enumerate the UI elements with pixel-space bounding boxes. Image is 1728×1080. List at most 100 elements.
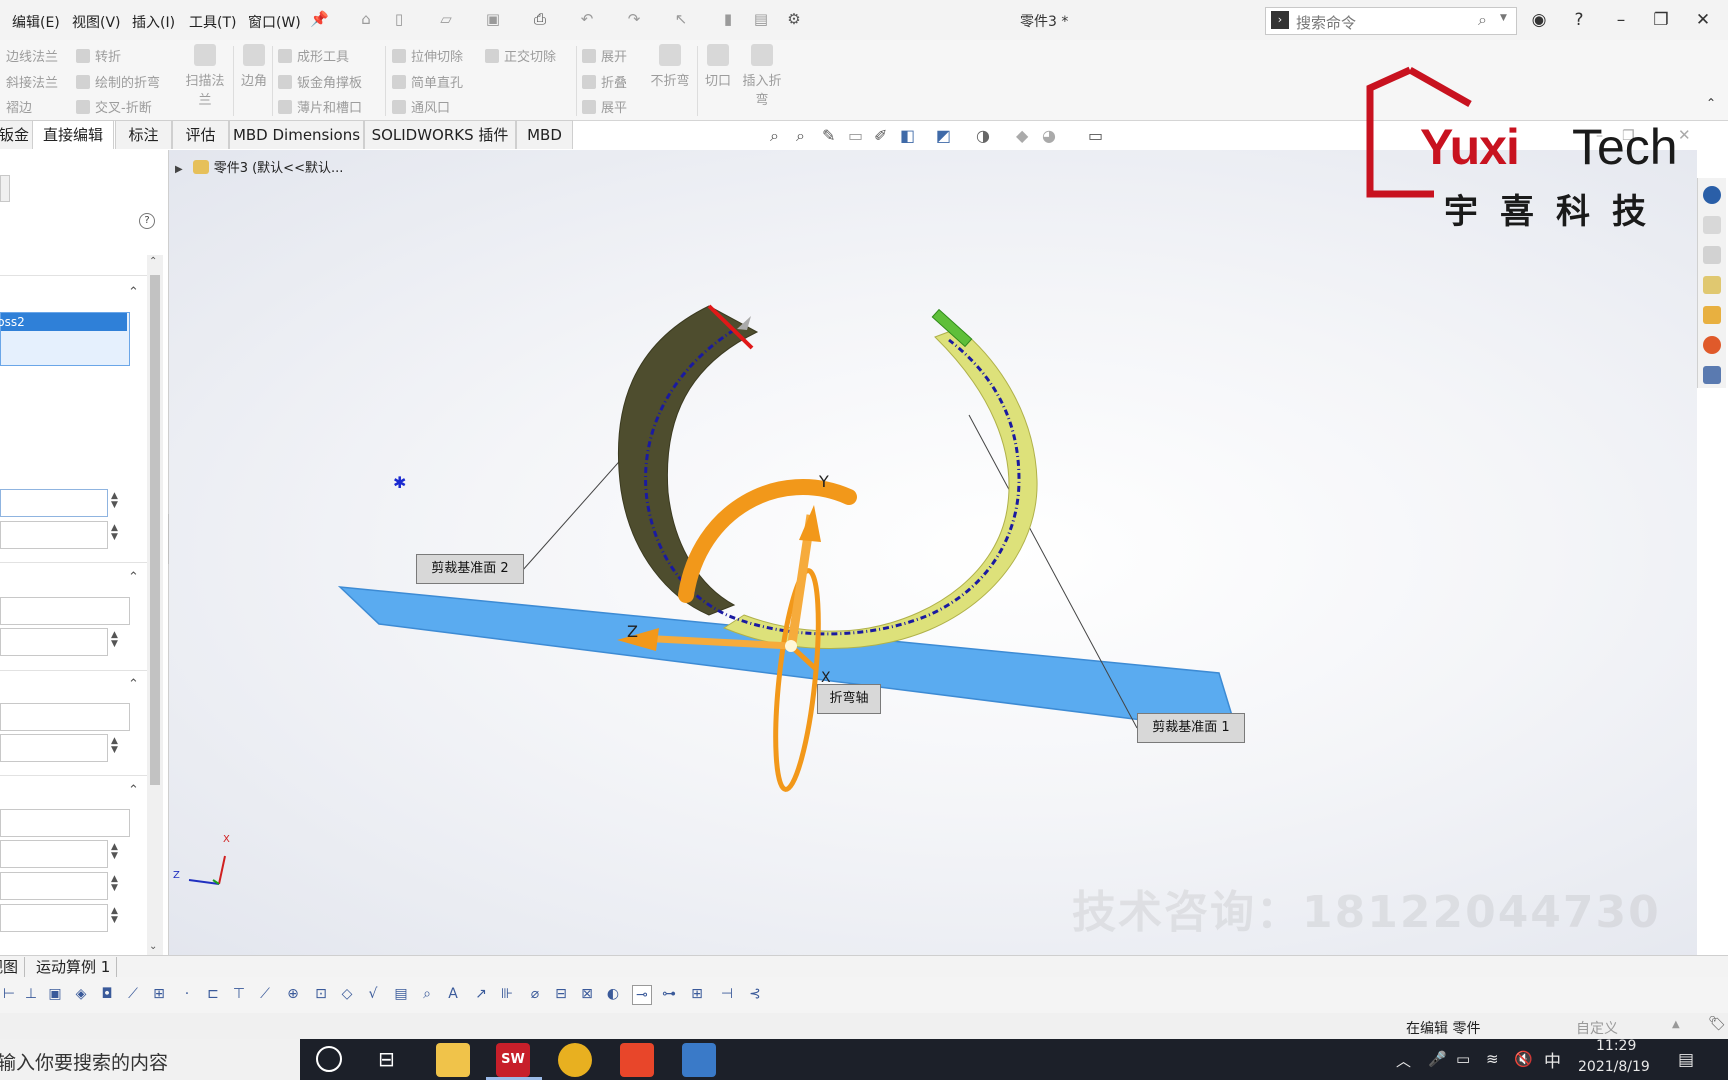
tool-icon-25-active[interactable]: ⊸ [632,985,652,1005]
tool-icon-23[interactable]: ⊠ [578,985,596,1003]
section-collapse-icon[interactable]: ⌃ [128,570,139,585]
tab-model-view[interactable]: 模型视图 [0,957,26,977]
graphics-area[interactable]: ✱ 剪裁基准面 2 剪裁基准面 1 折弯轴 Y Z X X Z [169,150,1697,955]
cortana-icon[interactable] [316,1046,342,1072]
dynamic-annotation-icon[interactable]: ✐ [874,126,887,145]
tool-icon-20[interactable]: ⊪ [498,985,516,1003]
file-explorer-app-icon[interactable] [436,1043,470,1077]
expand-arrow-icon[interactable]: ▶ [175,164,183,175]
tool-icon-1[interactable]: ⊢ [0,985,18,1003]
tab-markup[interactable]: 标注 [115,120,172,149]
display-style-icon[interactable]: ◩ [936,126,951,145]
edge-flange-command[interactable]: 边线法兰 [6,46,58,65]
tool-icon-24[interactable]: ◐ [604,985,622,1003]
hem-command[interactable]: 褶边 [6,97,32,116]
tab-mbd-dimensions[interactable]: MBD Dimensions [229,120,364,149]
value-input-5[interactable] [0,703,130,731]
tool-icon-28[interactable]: ⊣ [718,985,736,1003]
help-icon[interactable]: ? [139,213,155,229]
view-orientation-icon[interactable]: ◧ [900,126,915,145]
pin-icon[interactable]: 📌 [310,10,329,28]
value-input-3[interactable] [0,597,130,625]
tab-mbd[interactable]: MBD [516,120,573,149]
tool-icon-3[interactable]: ▣ [46,985,64,1003]
tab-sheet-metal[interactable]: 钣金 [0,120,34,149]
normal-cut-command[interactable]: 正交切除 [485,46,556,65]
user-account-icon[interactable]: ◉ [1526,8,1552,32]
cross-break-command[interactable]: 交叉-折断 [76,97,152,116]
minimize-button[interactable]: – [1608,8,1634,32]
tool-icon-27[interactable]: ⊞ [688,985,706,1003]
tab-direct-editing[interactable]: 直接编辑 [32,120,114,149]
scroll-down-icon[interactable]: ⌄ [149,941,157,952]
panel-scrollbar[interactable]: ⌃ ⌄ [147,255,163,955]
search-commands-box[interactable]: › 搜索命令 ⌕ ▼ [1265,7,1517,35]
wifi-icon[interactable]: ≋ [1486,1050,1499,1068]
callout-trim-plane-1[interactable]: 剪裁基准面 1 [1137,713,1245,743]
spin-up-1[interactable]: ▲ ▼ [111,492,118,510]
tool-icon-17[interactable]: ⌕ [418,985,436,1003]
options-gear-icon[interactable]: ⚙ [785,10,803,28]
chevron-down-icon[interactable]: ▼ [1500,13,1507,23]
ime-indicator[interactable]: 中 [1544,1047,1561,1072]
corner-command[interactable]: 边角 [232,44,276,89]
spin-up-9[interactable]: ▲ ▼ [111,875,118,893]
volume-mute-icon[interactable]: 🔇 [1514,1050,1533,1068]
callout-trim-plane-2[interactable]: 剪裁基准面 2 [416,554,524,584]
close-button[interactable]: ✕ [1690,8,1716,32]
collapse-ribbon-icon[interactable]: ⌃ [1706,96,1716,110]
previous-view-icon[interactable]: ✎ [822,126,835,145]
tool-icon-7[interactable]: ⊞ [150,985,168,1003]
search-icon[interactable]: ⌕ [1478,10,1487,30]
menu-edit[interactable]: 编辑(E) [12,12,60,32]
tray-chevron-icon[interactable]: ︿ [1396,1050,1411,1071]
rebuild-icon[interactable]: ▮ [719,10,737,28]
solidworks-resources-icon[interactable] [1703,186,1721,204]
file-explorer-icon[interactable] [1703,276,1721,294]
new-file-icon[interactable]: ▯ [390,10,408,28]
redo-icon[interactable]: ↷ [625,10,643,28]
panel-tab[interactable] [0,175,10,202]
jog-command[interactable]: 转折 [76,46,121,65]
tool-icon-22[interactable]: ⊟ [552,985,570,1003]
view-palette-icon[interactable] [1703,306,1721,324]
tool-icon-21[interactable]: ⌀ [526,985,544,1003]
spin-up-8[interactable]: ▲ ▼ [111,843,118,861]
value-input-8[interactable] [0,840,108,868]
clock-date[interactable]: 2021/8/19 [1578,1059,1650,1075]
miter-flange-command[interactable]: 斜接法兰 [6,72,58,91]
tool-icon-9[interactable]: ⊏ [204,985,222,1003]
tool-icon-11[interactable]: ⟋ [256,985,274,1003]
chrome-app-icon[interactable] [558,1043,592,1077]
help-icon[interactable]: ? [1566,8,1592,32]
tool-icon-6[interactable]: ⟋ [124,985,142,1003]
menu-insert[interactable]: 插入(I) [132,12,175,32]
value-input-2[interactable] [0,521,108,549]
scroll-up-icon[interactable]: ⌃ [149,256,157,267]
task-view-icon[interactable]: ⊟ [378,1047,395,1071]
value-input-1[interactable] [0,489,108,517]
design-library-icon[interactable] [1703,246,1721,264]
tool-icon-12[interactable]: ⊕ [284,985,302,1003]
triad-origin[interactable] [785,640,797,652]
simple-hole-command[interactable]: 简单直孔 [392,72,463,91]
tool-icon-5[interactable]: ◘ [98,985,116,1003]
restore-button[interactable]: ❐ [1648,8,1674,32]
tool-icon-4[interactable]: ◈ [72,985,90,1003]
section-collapse-icon[interactable]: ⌃ [128,677,139,692]
microphone-icon[interactable]: 🎤 [1428,1050,1447,1068]
taskbar-search-box[interactable]: 在这里输入你要搜索的内容 [0,1039,300,1080]
tab-solidworks-addins[interactable]: SOLIDWORKS 插件 [364,120,516,149]
value-input-4[interactable] [0,628,108,656]
open-file-icon[interactable]: ▱ [437,10,455,28]
file-properties-icon[interactable]: ▤ [752,10,770,28]
tool-icon-13[interactable]: ⊡ [312,985,330,1003]
tool-icon-19[interactable]: ↗ [472,985,490,1003]
value-input-10[interactable] [0,904,108,932]
forming-tool-command[interactable]: 成形工具 [278,46,349,65]
rip-command[interactable]: 切口 [698,44,738,89]
tree-root-part[interactable]: 零件3 (默认<<默认... [214,161,344,176]
hide-show-items-icon[interactable]: ◑ [976,126,990,145]
spin-up-2[interactable]: ▲ ▼ [111,524,118,542]
notification-center-icon[interactable]: ▤ [1678,1050,1694,1070]
